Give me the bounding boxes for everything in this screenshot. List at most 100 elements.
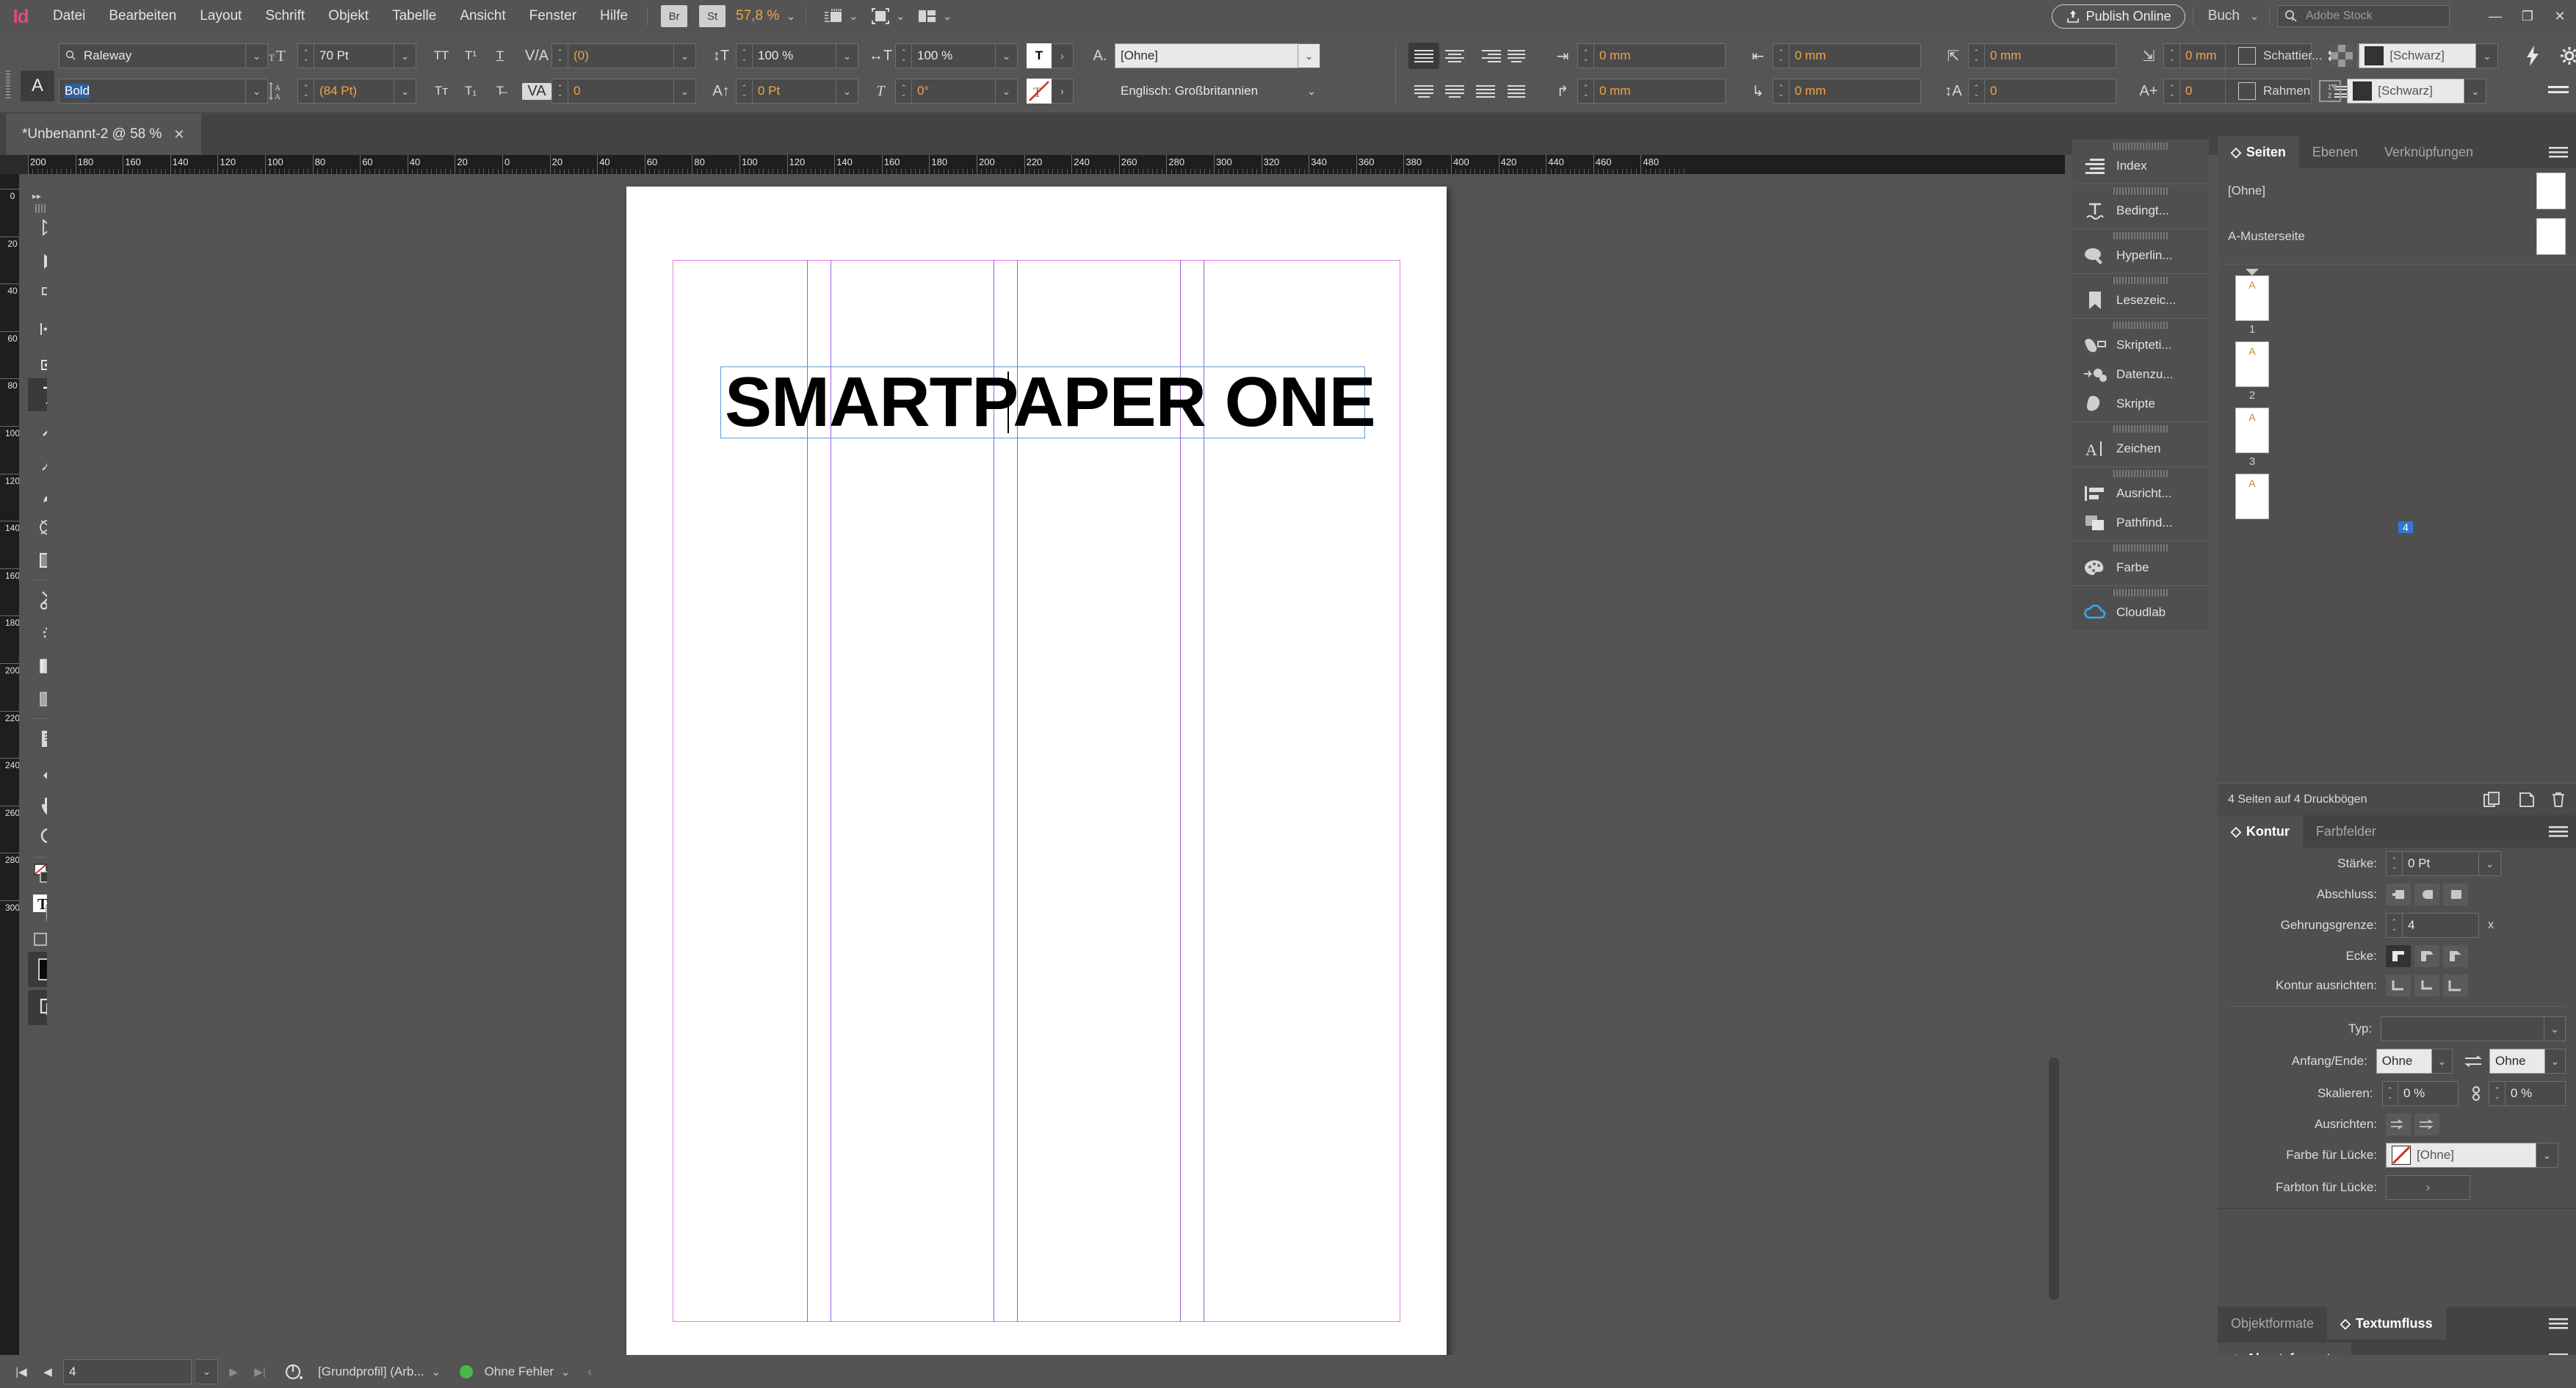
textwrap-hamburger-icon[interactable] [2541,1307,2576,1340]
kerning-chevron-down-icon[interactable]: ⌄ [674,43,696,68]
menu-layout[interactable]: Layout [188,0,253,32]
stroke-color-expand-button[interactable]: › [1052,79,1074,104]
control-panel-grip[interactable] [6,71,10,100]
justify-last-right-button[interactable] [1439,78,1470,104]
page-thumbnail[interactable]: A [2235,341,2269,387]
ruler-origin[interactable] [0,155,28,174]
shadow-color-chevron-down-icon[interactable]: ⌄ [2476,43,2499,68]
stroke-weight-stepper[interactable]: ⌃ ⌄ [2386,851,2402,876]
language-field[interactable]: Englisch: Großbritannien ⌄ [1115,79,1322,104]
small-caps-button[interactable]: Tᴛ [427,78,456,104]
page-thumbnail[interactable]: A [2235,408,2269,453]
dock-item-pathfind[interactable]: Pathfind... [2072,508,2209,538]
fill-color-text-button[interactable]: T [1027,43,1052,68]
shadow-pattern-icon[interactable] [2331,45,2354,67]
publish-online-button[interactable]: Publish Online [2051,4,2185,29]
font-style-field[interactable]: Bold [59,79,246,104]
frame-color-field[interactable]: [Schwarz] [2347,79,2465,104]
screen-mode-chevron-down-icon[interactable]: ⌄ [893,10,908,23]
dock-group-grip[interactable] [2113,142,2168,150]
menu-bearbeiten[interactable]: Bearbeiten [97,0,188,32]
window-restore-button[interactable]: ❐ [2511,0,2544,32]
expand-icon[interactable]: ▸▸ [32,191,41,201]
page-number-field[interactable]: 4 [63,1359,192,1384]
dock-item-hyperlin[interactable]: Hyperlin... [2072,241,2209,270]
align-outside-stroke-button[interactable] [2443,975,2468,997]
right-indent-stepper[interactable]: ⌃ ⌄ [1773,43,1789,68]
master-ohne-thumb[interactable] [2536,173,2566,209]
character-style-chevron-down-icon[interactable]: ⌄ [1298,43,1320,68]
dock-item-index[interactable]: Index [2072,151,2209,181]
workspace-chevron-down-icon[interactable]: ⌄ [2247,10,2262,23]
stroke-start-chevron-down-icon[interactable]: ⌄ [2431,1049,2453,1074]
zoom-chevron-down-icon[interactable]: ⌄ [784,10,798,23]
dock-group-grip[interactable] [2113,589,2168,596]
skew-chevron-down-icon[interactable]: ⌄ [996,79,1018,104]
font-family-chevron-down-icon[interactable]: ⌄ [246,43,268,68]
page-thumbnail[interactable]: A [2235,474,2269,519]
dock-group-grip[interactable] [2113,425,2168,433]
vertical-ruler[interactable]: 0 20 40 60 80 100 120 140 160 180 200 220 240 260 280 3… [0,174,19,1355]
screen-mode-icon[interactable] [868,5,893,27]
superscript-button[interactable]: T¹ [456,43,485,69]
extend-arrowhead-button[interactable] [2386,1113,2411,1135]
pages-list[interactable]: A1A2A3A4 [2218,269,2576,533]
fill-color-expand-button[interactable]: › [1052,43,1074,68]
pages-panel-hamburger-icon[interactable] [2541,136,2576,168]
arrange-documents-icon[interactable] [915,5,940,27]
leading-chevron-down-icon[interactable]: ⌄ [394,79,416,104]
dock-group-grip[interactable] [2113,544,2168,552]
tab-seiten[interactable]: ◇ Seiten [2218,136,2299,168]
space-before-stepper[interactable]: ⌃ ⌄ [1968,43,1984,68]
next-page-icon[interactable]: ▶ [222,1365,245,1378]
window-minimize-button[interactable]: — [2479,0,2511,32]
page-number-label[interactable]: 3 [2235,455,2269,468]
dock-group-grip[interactable] [2113,470,2168,477]
miter-join-button[interactable] [2386,945,2411,967]
skew-stepper[interactable]: ⌃ ⌄ [895,79,911,104]
preflight-profile-label[interactable]: [Grundprofil] (Arb... [318,1364,424,1379]
page-thumbnail-item[interactable]: A4 [2235,474,2576,533]
page-number-label[interactable]: 2 [2235,389,2269,402]
justify-last-left-button[interactable] [1501,43,1532,69]
tab-textumfluss[interactable]: ◇ Textumfluss [2327,1307,2446,1340]
last-page-icon[interactable]: ▶| [249,1365,271,1378]
align-left-button[interactable] [1408,43,1439,69]
dock-item-ausricht[interactable]: Ausricht... [2072,479,2209,508]
page-thumbnail-item[interactable]: A3 [2235,408,2576,468]
master-row-a[interactable]: A-Musterseite [2218,214,2576,259]
new-page-icon[interactable] [2519,792,2535,808]
page-thumbnail-item[interactable]: A2 [2235,341,2576,402]
dock-item-zeichen[interactable]: A Zeichen [2072,434,2209,463]
stroke-gap-color-field[interactable]: [Ohne] [2386,1143,2536,1168]
panel-menu-hamburger-icon[interactable] [2548,84,2569,98]
pasteboard[interactable]: SMARTPAPER ONE [47,174,2065,1355]
master-row-ohne[interactable]: [Ohne] [2218,168,2576,214]
align-toward-spine-button[interactable] [1501,78,1532,104]
dock-item-skripte[interactable]: Skripte [2072,389,2209,419]
status-expand-icon[interactable]: ‹ [587,1364,592,1379]
page-number-label[interactable]: 4 [2398,521,2413,533]
menu-hilfe[interactable]: Hilfe [588,0,640,32]
frame-corner-icon[interactable] [2319,80,2342,102]
delete-page-icon[interactable] [2551,792,2566,808]
all-caps-button[interactable]: TT [427,43,456,69]
strikethrough-button[interactable]: T̶ [485,78,515,104]
tab-verknuepfungen[interactable]: Verknüpfungen [2371,136,2486,168]
menu-objekt[interactable]: Objekt [316,0,380,32]
document-page[interactable]: SMARTPAPER ONE [626,187,1447,1355]
last-line-indent-stepper[interactable]: ⌃ ⌄ [1773,79,1789,104]
horizontal-scale-chevron-down-icon[interactable]: ⌄ [996,43,1018,68]
dock-group-grip[interactable] [2113,322,2168,329]
menu-schrift[interactable]: Schrift [253,0,316,32]
baseline-shift-chevron-down-icon[interactable]: ⌄ [836,79,858,104]
stroke-panel-hamburger-icon[interactable] [2541,815,2576,847]
gear-icon[interactable] [2560,46,2576,65]
stroke-color-none-button[interactable]: T [1027,79,1052,104]
page-number-chevron-down-icon[interactable]: ⌄ [196,1359,218,1384]
quick-apply-icon[interactable] [2525,45,2541,67]
document-canvas[interactable]: SMARTPAPER ONE [47,174,2065,1355]
new-master-icon[interactable] [2483,791,2503,808]
view-chevron-down-icon[interactable]: ⌄ [846,10,861,23]
dock-group-grip[interactable] [2113,232,2168,239]
